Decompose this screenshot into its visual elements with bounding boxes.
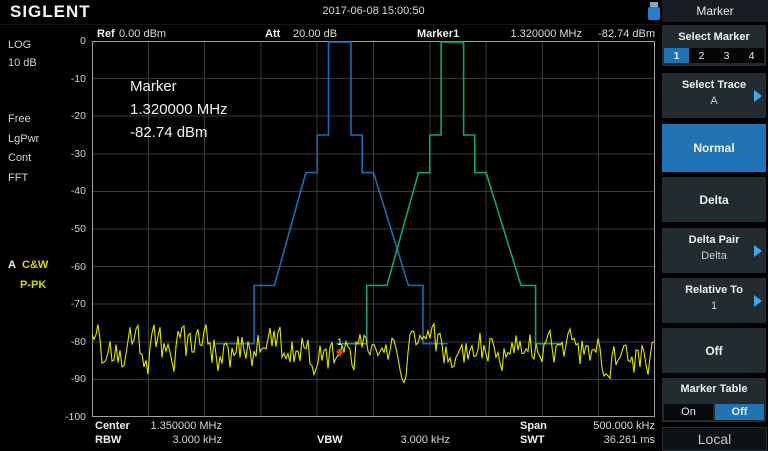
delta-pair-button[interactable]: Delta Pair Delta [662,228,766,273]
sweep-label: Cont [8,152,31,164]
select-trace-button[interactable]: Select Trace A [662,73,766,118]
delta-button-label: Delta [699,193,728,207]
trace-c-filter-shape [336,42,562,344]
menu-title: Marker [662,0,768,22]
marker-readout-box: Marker 1.320000 MHz -82.74 dBm [130,75,228,144]
marker-off-label: Off [705,344,722,358]
trace-type-label: C&W [22,259,48,271]
select-marker-button[interactable]: Select Marker 1 2 3 4 [662,25,766,66]
normal-button[interactable]: Normal [662,124,766,172]
fft-mode-label: FFT [8,172,28,184]
marker-readout-amplitude: -82.74 dBm [130,121,228,144]
marker-table-off-option[interactable]: Off [715,404,764,420]
submenu-arrow-icon [754,295,762,307]
marker1-amplitude: -82.74 dBm [560,28,655,40]
marker-readout-title: Marker [130,75,228,98]
local-button[interactable]: Local [662,427,767,451]
rbw-value: 3.000 kHz [150,434,222,446]
marker-1-option[interactable]: 1 [664,48,689,63]
vbw-value: 3.000 kHz [378,434,450,446]
submenu-arrow-icon [754,245,762,257]
softkey-menu-panel: Marker Select Marker 1 2 3 4 Select Trac… [660,0,768,451]
spectrum-plot-area: 1 Marker 1.320000 MHz -82.74 dBm [92,41,655,417]
marker-table-button[interactable]: Marker Table On Off [662,378,766,422]
y-axis-tick-label: -40 [54,185,86,197]
y-axis-tick-label: -30 [54,148,86,160]
datetime-display: 2017-06-08 15:00:50 [92,5,655,17]
delta-pair-label: Delta Pair [662,228,766,246]
marker-4-option[interactable]: 4 [739,48,764,63]
swt-value: 36.261 ms [558,434,655,446]
delta-pair-value: Delta [662,246,766,262]
center-freq-value: 1.350000 MHz [150,420,222,432]
ref-level-value: 0.00 dBm [119,28,166,40]
y-axis-tick-label: -20 [54,110,86,122]
scale-per-div-label: 10 dB [8,57,37,69]
usb-icon [648,2,660,21]
y-axis-tick-label: -10 [54,73,86,85]
submenu-arrow-icon [754,90,762,102]
power-label: LgPwr [8,133,39,145]
swt-label: SWT [520,434,544,446]
marker-table-label: Marker Table [662,378,766,395]
select-marker-label: Select Marker [662,25,766,43]
y-axis-tick-label: -70 [54,298,86,310]
marker-table-on-option[interactable]: On [664,404,713,420]
marker-1-dot [336,348,343,356]
span-label: Span [520,420,547,432]
trigger-label: Free [8,113,31,125]
normal-button-label: Normal [693,141,734,155]
select-trace-label: Select Trace [662,73,766,91]
y-axis-tick-label: -60 [54,261,86,273]
brand-logo: SIGLENT [10,2,91,22]
marker-off-button[interactable]: Off [662,328,766,373]
detector-label: P-PK [20,279,46,291]
rbw-label: RBW [95,434,121,446]
relative-to-label: Relative To [662,278,766,296]
usb-icon-body [648,7,660,20]
vbw-label: VBW [317,434,343,446]
select-trace-value: A [662,91,766,107]
attenuation-value: 20.00 dB [293,28,337,40]
marker-table-toggle: On Off [664,404,764,420]
center-freq-label: Center [95,420,130,432]
relative-to-value: 1 [662,296,766,312]
y-axis-tick-label: 0 [54,35,86,47]
attenuation-label: Att [265,28,280,40]
marker-2-option[interactable]: 2 [689,48,714,63]
marker-1-number-label: 1 [337,337,342,347]
spectrum-analyzer-screen: SIGLENT 2017-06-08 15:00:50 Ref 0.00 dBm… [0,0,768,451]
top-status-bar: SIGLENT 2017-06-08 15:00:50 [0,0,660,25]
delta-button[interactable]: Delta [662,177,766,222]
y-axis-tick-label: -50 [54,223,86,235]
marker-number-row: 1 2 3 4 [664,48,764,63]
trace-letter-label: A [8,259,16,271]
scale-type-label: LOG [8,39,31,51]
y-axis-tick-label: -100 [54,411,86,423]
marker-3-option[interactable]: 3 [714,48,739,63]
relative-to-button[interactable]: Relative To 1 [662,278,766,323]
marker-readout-frequency: 1.320000 MHz [130,98,228,121]
y-axis-tick-label: -80 [54,336,86,348]
span-value: 500.000 kHz [558,420,655,432]
marker1-label: Marker1 [417,28,459,40]
y-axis-tick-label: -90 [54,373,86,385]
ref-level-label: Ref [97,28,115,40]
